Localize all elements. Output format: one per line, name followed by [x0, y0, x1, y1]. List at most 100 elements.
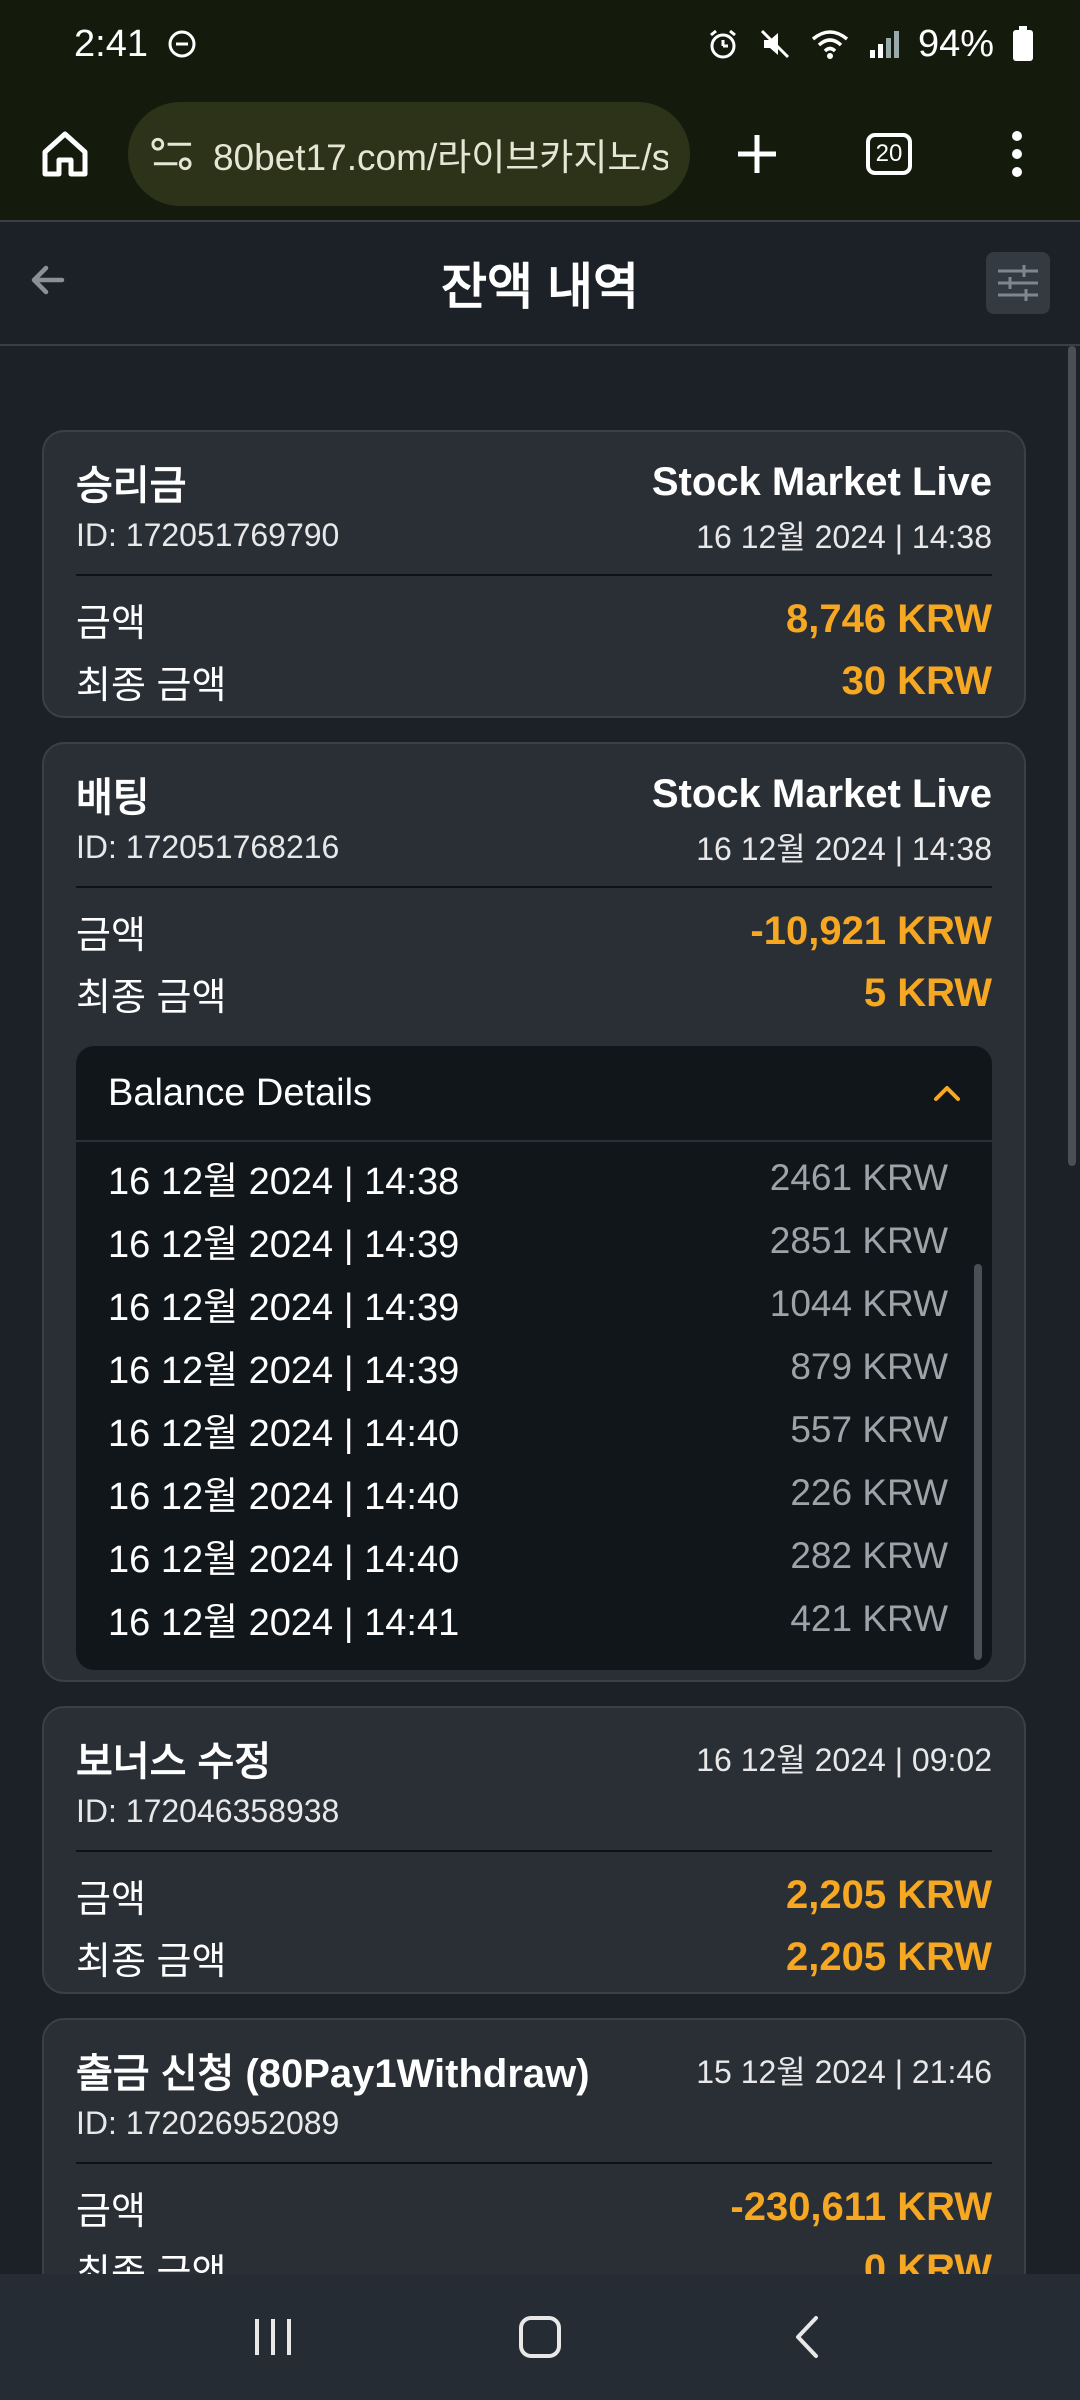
final-amount-value: 5 KRW — [863, 970, 992, 1015]
recents-icon — [255, 2319, 292, 2355]
status-time: 2:41 — [74, 22, 148, 65]
transaction-id: ID: 172046358938 — [76, 1792, 340, 1829]
final-amount-label: 최종 금액 — [76, 2252, 227, 2275]
transaction-type: 출금 신청 (80Pay1Withdraw) — [76, 2052, 590, 2096]
browser-menu-button[interactable] — [1010, 130, 1024, 178]
signal-icon — [868, 28, 900, 60]
game-name: Stock Market Live — [651, 459, 992, 504]
details-scrollbar[interactable] — [974, 1264, 982, 1660]
transaction-card[interactable]: 배팅 Stock Market Live ID: 172051768216 16… — [42, 742, 1026, 1682]
wifi-icon — [810, 27, 850, 61]
chevron-up-icon[interactable] — [932, 1083, 962, 1103]
transaction-type: 배팅 — [76, 776, 150, 820]
amount-label: 금액 — [76, 1878, 146, 1921]
alarm-icon — [706, 27, 740, 61]
battery-percent: 94% — [917, 22, 994, 65]
amount-label: 금액 — [76, 2190, 146, 2233]
final-amount-value: 2,205 KRW — [785, 1934, 992, 1979]
amount-label: 금액 — [76, 602, 146, 645]
home-button[interactable] — [30, 119, 100, 189]
divider — [76, 886, 992, 888]
detail-amount: 879 KRW — [790, 1345, 948, 1387]
sliders-icon — [998, 265, 1038, 301]
detail-amount: 282 KRW — [790, 1534, 948, 1576]
do-not-disturb-icon — [166, 28, 198, 60]
balance-details-list[interactable]: 16 12월 2024 | 14:38 2461 KRW 16 12월 2024 … — [76, 1142, 992, 1668]
transaction-id: ID: 172026952089 — [76, 2104, 340, 2141]
balance-detail-row: 16 12월 2024 | 14:39 879 KRW — [108, 1335, 948, 1398]
final-amount-value: 30 KRW — [841, 658, 992, 703]
arrow-left-icon — [31, 265, 65, 295]
transaction-date: 16 12월 2024 | 14:38 — [696, 831, 992, 867]
url-text: 80bet17.com/라이브카지노/sl — [212, 137, 668, 178]
detail-date: 16 12월 2024 | 14:40 — [108, 1476, 460, 1518]
balance-detail-row: 16 12월 2024 | 14:40 226 KRW — [108, 1461, 948, 1524]
final-amount-label: 최종 금액 — [76, 1940, 227, 1983]
final-amount-label: 최종 금액 — [76, 976, 227, 1019]
balance-detail-row: 16 12월 2024 | 14:39 2851 KRW — [108, 1209, 948, 1272]
balance-details-title: Balance Details — [108, 1071, 373, 1114]
transaction-card[interactable]: 출금 신청 (80Pay1Withdraw) 15 12월 2024 | 21:… — [42, 2018, 1026, 2274]
more-vert-icon — [1012, 131, 1022, 177]
transaction-type: 승리금 — [76, 464, 187, 508]
system-navigation-bar — [0, 2274, 1080, 2400]
battery-icon — [1012, 26, 1034, 62]
balance-detail-row: 16 12월 2024 | 14:38 2461 KRW — [108, 1146, 948, 1209]
transaction-card[interactable]: 보너스 수정 16 12월 2024 | 09:02 ID: 172046358… — [42, 1706, 1026, 1994]
mute-icon — [758, 27, 792, 61]
chevron-left-icon — [795, 2316, 818, 2358]
detail-amount: 226 KRW — [790, 1471, 948, 1513]
divider — [76, 574, 992, 576]
back-nav-button[interactable] — [767, 2297, 847, 2377]
page-title: 잔액 내역 — [441, 259, 639, 315]
home-icon — [42, 131, 88, 177]
detail-amount: 2851 KRW — [769, 1219, 948, 1261]
transaction-id: ID: 172051768216 — [76, 828, 340, 865]
detail-date: 16 12월 2024 | 14:40 — [108, 1539, 460, 1581]
detail-amount: 1044 KRW — [769, 1282, 948, 1324]
plus-icon — [738, 135, 776, 173]
amount-value: 2,205 KRW — [785, 1872, 992, 1917]
tab-count: 20 — [866, 133, 912, 175]
url-bar[interactable]: 80bet17.com/라이브카지노/sl — [128, 102, 690, 206]
detail-date: 16 12월 2024 | 14:38 — [108, 1161, 460, 1203]
final-amount-label: 최종 금액 — [76, 664, 227, 707]
detail-date: 16 12월 2024 | 14:40 — [108, 1413, 460, 1455]
transaction-date: 15 12월 2024 | 21:46 — [696, 2054, 992, 2090]
detail-date: 16 12월 2024 | 14:39 — [108, 1287, 460, 1329]
home-nav-button[interactable] — [500, 2297, 580, 2377]
amount-value: -10,921 KRW — [750, 908, 992, 953]
transaction-date: 16 12월 2024 | 09:02 — [696, 1742, 992, 1778]
detail-date: 16 12월 2024 | 14:39 — [108, 1350, 460, 1392]
balance-details-panel[interactable]: Balance Details 16 12월 2024 | 14:38 2461 … — [76, 1046, 992, 1670]
balance-detail-row: 16 12월 2024 | 14:41 421 KRW — [108, 1587, 948, 1650]
recent-apps-button[interactable] — [233, 2297, 313, 2377]
page-scrollbar[interactable] — [1068, 346, 1076, 1166]
transaction-list[interactable]: 승리금 Stock Market Live ID: 172051769790 1… — [0, 346, 1080, 2274]
new-tab-button[interactable] — [734, 131, 780, 177]
filter-button[interactable] — [986, 252, 1050, 314]
transaction-type: 보너스 수정 — [76, 1740, 272, 1784]
transaction-date: 16 12월 2024 | 14:38 — [696, 519, 992, 555]
amount-label: 금액 — [76, 914, 146, 957]
balance-details-header[interactable]: Balance Details — [76, 1046, 992, 1142]
tab-switcher-button[interactable]: 20 — [866, 133, 912, 175]
game-name: Stock Market Live — [651, 771, 992, 816]
detail-date: 16 12월 2024 | 14:39 — [108, 1224, 460, 1266]
amount-value: 8,746 KRW — [785, 596, 992, 641]
detail-amount: 2461 KRW — [769, 1156, 948, 1198]
detail-amount: 557 KRW — [790, 1408, 948, 1450]
home-square-icon — [518, 2316, 561, 2358]
site-settings-icon[interactable] — [150, 134, 195, 174]
browser-toolbar: 80bet17.com/라이브카지노/sl 20 — [0, 88, 1080, 222]
balance-detail-row: 16 12월 2024 | 14:40 282 KRW — [108, 1524, 948, 1587]
amount-value: -230,611 KRW — [730, 2184, 992, 2229]
transaction-card[interactable]: 승리금 Stock Market Live ID: 172051769790 1… — [42, 430, 1026, 718]
back-button[interactable] — [28, 260, 68, 300]
divider — [76, 2162, 992, 2164]
balance-detail-row: 16 12월 2024 | 14:40 557 KRW — [108, 1398, 948, 1461]
transaction-id: ID: 172051769790 — [76, 516, 340, 553]
status-bar: 2:41 94% — [0, 0, 1080, 88]
divider — [76, 1850, 992, 1852]
detail-date: 16 12월 2024 | 14:41 — [108, 1602, 460, 1644]
